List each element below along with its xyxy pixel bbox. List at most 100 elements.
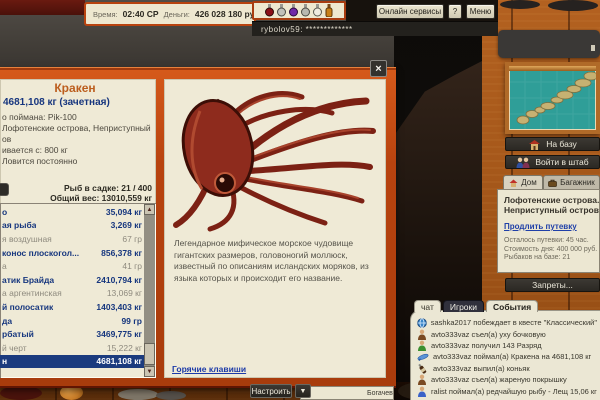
purple-flask-icon[interactable] — [289, 4, 298, 17]
amber-bottle-icon[interactable] — [325, 4, 333, 17]
event-row: avto333vaz поймал(а) Кракена на 4681,108… — [417, 351, 597, 362]
event-messages: sashka2017 побеждает в квесте "Классичес… — [417, 317, 597, 397]
table-item-stone-2 — [156, 391, 186, 400]
tab-players[interactable]: Игроки — [443, 300, 484, 312]
fish-detail-line: ов — [2, 134, 151, 145]
globe-icon — [417, 318, 427, 328]
scroll-up-icon[interactable]: ▲ — [144, 204, 155, 215]
pass-remaining: Осталось путевки: 45 час. — [504, 237, 599, 246]
silver-flask-icon[interactable] — [301, 4, 310, 17]
shelf-item — [500, 0, 540, 9]
fish-stats-pane: Кракен 4681,108 кг (зачетная) о поймана:… — [0, 79, 156, 378]
buff-icons-bar — [252, 1, 346, 20]
to-base-button[interactable]: На базу — [505, 137, 600, 151]
person-brown-icon — [417, 329, 427, 340]
map-roller — [509, 66, 596, 71]
fish-picture-pane: Легендарное мифическое морское чудовище … — [164, 79, 386, 378]
list-item[interactable]: ая рыба3,269 кг — [0, 219, 145, 233]
tab-trunk[interactable]: Багажник — [543, 175, 600, 189]
fish-detail-line: ивается с: 800 кг — [2, 145, 151, 156]
collapse-arrow-button[interactable]: ▼ — [295, 384, 311, 398]
list-item-selected[interactable]: н4681,108 кг — [0, 355, 145, 369]
game-screen: Время: 02:40 СР Деньги: 426 028 180 руб.… — [0, 0, 600, 400]
event-row: avto333vaz съел(а) уху бочковую — [417, 328, 597, 339]
fish-name-title: Кракен — [0, 81, 150, 95]
table-item-stone — [118, 389, 158, 400]
day-cost: Стоимость дня: 400 000 руб. — [504, 246, 599, 255]
list-item[interactable]: й черт15,222 кг — [0, 341, 145, 355]
tab-home[interactable]: Дом — [503, 175, 543, 189]
menu-button[interactable]: Меню — [466, 4, 495, 19]
chat-tabs: чат Игроки События — [414, 300, 538, 312]
location-title-line1: Лофотенские острова. — [504, 195, 599, 205]
location-info-panel: Лофотенские острова. Неприступный остров… — [497, 189, 600, 273]
fish-weight: 4681,108 кг (зачетная) — [3, 97, 110, 108]
money-label: Деньги: — [164, 10, 190, 19]
house-icon — [509, 179, 518, 187]
list-item[interactable]: рбатый3469,775 кг — [0, 327, 145, 341]
location-title-line2: Неприступный остров — [504, 205, 599, 215]
house-icon — [528, 139, 541, 150]
person-green-icon — [417, 340, 427, 351]
time-money-bar: Время: 02:40 СР Деньги: 426 028 180 руб. — [84, 2, 256, 26]
list-item[interactable]: конос плоскогол...856,378 кг — [0, 246, 145, 260]
list-scrollbar[interactable]: ▲ ▼ — [144, 204, 155, 377]
person-blue-icon — [417, 386, 427, 397]
event-row: avto333vaz получил 143 Разряд — [417, 340, 597, 351]
time-value: 02:40 СР — [123, 9, 159, 19]
scroll-down-icon[interactable]: ▼ — [144, 366, 155, 377]
white-flask-icon[interactable] — [313, 4, 322, 17]
panel-glyph — [591, 45, 595, 51]
fish-detail-line: Ловится постоянно — [2, 156, 151, 167]
fish-icon — [417, 352, 429, 362]
fish-details: о поймана: Pik-100 Лофотенские острова, … — [2, 112, 151, 167]
anglers-count: Рыбаков на базе: 21 — [504, 254, 599, 263]
cage-weight: Общий вес: 13010,559 кг — [50, 193, 152, 203]
extend-pass-link[interactable]: Продлить путевку — [504, 222, 577, 231]
clipped-panel-fragment: Богачев — [300, 386, 394, 400]
bans-button[interactable]: Запреты... — [505, 278, 600, 292]
fish-detail-line: Лофотенские острова, Неприступный — [2, 123, 151, 134]
event-row: sashka2017 побеждает в квесте "Классичес… — [417, 317, 597, 328]
login-bar: rybolov59: ************* — [252, 21, 498, 36]
shelf-item — [548, 0, 598, 11]
online-services-button[interactable]: Онлайн сервисы — [376, 4, 444, 19]
location-map[interactable] — [505, 62, 600, 134]
clipped-button[interactable] — [0, 183, 9, 196]
events-log-panel: sashka2017 побеждает в квесте "Классичес… — [410, 310, 600, 400]
cage-count: Рыб в садке: 21 / 400 — [64, 183, 152, 193]
list-item[interactable]: атик Брайда2410,794 кг — [0, 273, 145, 287]
time-label: Время: — [93, 10, 118, 19]
list-item[interactable]: о35,094 кг — [0, 205, 145, 219]
cage-fish-list: о35,094 кг ая рыба3,269 кг я воздушная67… — [0, 203, 156, 378]
configure-button[interactable]: Настроить — [250, 384, 292, 398]
red-flask-icon[interactable] — [265, 4, 274, 17]
fish-detail-line: о поймана: Pik-100 — [2, 112, 151, 123]
list-item[interactable]: й полосатик1403,403 кг — [0, 300, 145, 314]
scroll-thumb[interactable] — [144, 343, 155, 365]
person-brown-icon — [417, 374, 427, 385]
sidebar-tabs: Дом Багажник — [503, 175, 600, 189]
enter-hq-button[interactable]: Войти в штаб — [505, 155, 600, 169]
kraken-illustration — [170, 83, 380, 233]
tab-events[interactable]: События — [486, 300, 538, 312]
people-icon — [516, 157, 530, 168]
table-item-maroon — [0, 386, 42, 400]
silver-flask-icon[interactable] — [277, 4, 286, 17]
list-item[interactable]: а аргентинская13,069 кг — [0, 287, 145, 301]
top-right-panel — [498, 30, 600, 58]
fish-info-window: Кракен 4681,108 кг (зачетная) о поймана:… — [0, 67, 396, 388]
event-row: avto333vaz выпил(а) коньяк — [417, 363, 597, 374]
list-item[interactable]: да99 гр — [0, 314, 145, 328]
help-button[interactable]: ? — [448, 4, 462, 19]
hotkeys-link[interactable]: Горячие клавиши — [172, 364, 246, 374]
bottle-icon — [417, 363, 429, 374]
close-icon[interactable]: × — [370, 60, 387, 77]
list-item[interactable]: я воздушная67 гр — [0, 232, 145, 246]
islands-map-art — [509, 66, 596, 130]
list-item[interactable]: а41 гр — [0, 259, 145, 273]
tab-chat[interactable]: чат — [414, 300, 441, 312]
top-left-strip — [0, 0, 85, 15]
briefcase-icon — [548, 179, 557, 187]
event-row: avto333vaz съел(а) жареную покрышку — [417, 374, 597, 385]
